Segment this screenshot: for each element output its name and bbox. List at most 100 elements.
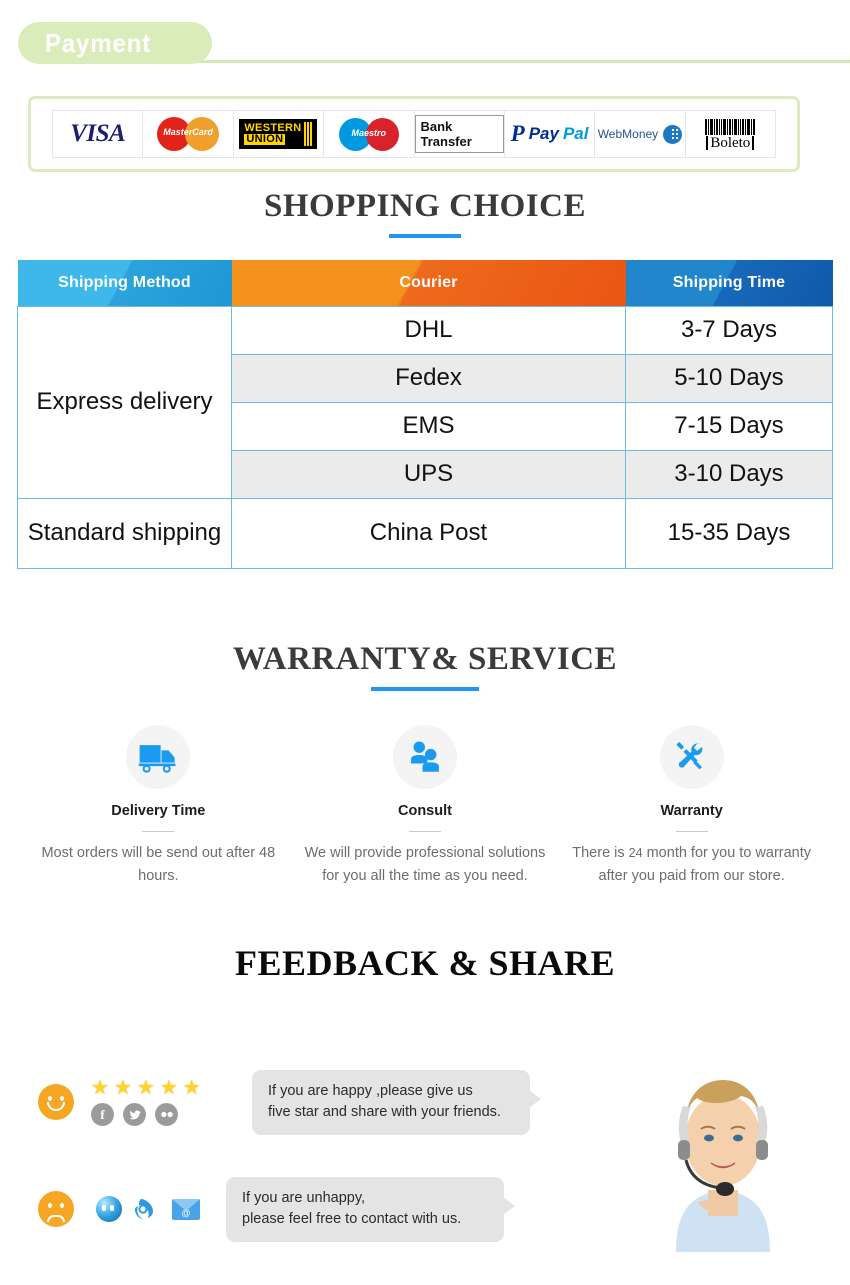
- customer-service-agent-photo: [628, 1031, 818, 1252]
- cell-courier-fedex: Fedex: [231, 353, 626, 403]
- warranty-item-label: Warranty: [660, 802, 723, 819]
- visa-logo-text: VISA: [70, 120, 126, 147]
- twitter-icon[interactable]: [123, 1103, 146, 1126]
- smiley-happy-icon: [38, 1084, 74, 1120]
- maestro-icon: Maestro: [338, 117, 399, 151]
- payment-method-boleto[interactable]: Boleto: [685, 111, 775, 157]
- warranty-title-underline: [371, 686, 479, 691]
- consult-people-icon: [392, 724, 457, 789]
- warranty-section-title: WARRANTY& SERVICE: [232, 640, 618, 677]
- payment-method-western-union[interactable]: WESTERN UNION: [233, 111, 325, 157]
- warranty-item-divider: [408, 830, 441, 832]
- cell-time-ups: 3-10 Days: [625, 449, 833, 499]
- star-icon[interactable]: ★: [137, 1078, 155, 1098]
- payment-method-maestro[interactable]: Maestro: [324, 111, 415, 157]
- shipping-section-header: SHOPPING CHOICE: [0, 188, 850, 238]
- shipping-table-header-row: Shipping Method Courier Shipping Time: [17, 260, 833, 306]
- column-header-shipping-method: Shipping Method: [17, 260, 232, 306]
- cell-time-dhl: 3-7 Days: [625, 305, 833, 355]
- paypal-label-pal: Pal: [562, 124, 589, 143]
- mastercard-icon: MasterCard: [157, 117, 220, 151]
- feedback-happy-row: ★ ★ ★ ★ ★ f If you are happy ,please giv…: [38, 1069, 541, 1135]
- payment-method-mastercard[interactable]: MasterCard: [143, 111, 234, 157]
- skype-phone-icon[interactable]: [134, 1196, 160, 1222]
- warranty-item-consult: Consult We will provide professional sol…: [296, 724, 554, 888]
- mastercard-logo-text: MasterCard: [163, 127, 213, 137]
- paypal-icon: P: [510, 121, 525, 146]
- western-union-icon: WESTERN UNION: [239, 119, 318, 149]
- feedback-unhappy-line2: please feel free to contact with us.: [242, 1210, 462, 1227]
- aliwangwang-icon[interactable]: [96, 1196, 122, 1222]
- bank-transfer-label: Bank Transfer: [414, 115, 504, 153]
- payment-banner-label: Payment: [45, 27, 152, 58]
- feedback-happy-line2: five star and share with your friends.: [268, 1103, 501, 1120]
- shipping-title-underline: [389, 234, 461, 238]
- western-union-line2: UNION: [244, 133, 286, 145]
- cell-courier-china-post: China Post: [231, 497, 626, 569]
- star-rating: ★ ★ ★ ★ ★: [91, 1078, 226, 1098]
- feedback-unhappy-line1: If you are unhappy,: [242, 1189, 366, 1206]
- cell-courier-ups: UPS: [231, 449, 626, 499]
- cell-time-fedex: 5-10 Days: [625, 353, 833, 403]
- payment-banner-pill: Payment: [18, 22, 212, 64]
- feedback-happy-line1: If you are happy ,please give us: [268, 1082, 473, 1099]
- maestro-logo-text: Maestro: [351, 127, 387, 138]
- boleto-label: Boleto: [706, 135, 755, 150]
- feedback-section-header: FEEDBACK & SHARE: [0, 942, 850, 984]
- table-row: Express delivery DHL 3-7 Days: [17, 305, 833, 499]
- payment-methods-panel: VISA MasterCard WESTERN UNION Maestro Ba…: [28, 96, 800, 172]
- feedback-unhappy-row: @ If you are unhappy, please feel free t…: [38, 1176, 515, 1242]
- warranty-item-divider: [142, 830, 175, 832]
- warranty-items: Delivery Time Most orders will be send o…: [25, 724, 825, 888]
- cell-method-standard: Standard shipping: [17, 497, 232, 569]
- flickr-icon[interactable]: [155, 1103, 178, 1126]
- payment-method-bank-transfer[interactable]: Bank Transfer: [414, 111, 505, 157]
- column-header-courier: Courier: [231, 260, 626, 306]
- feedback-unhappy-bubble: If you are unhappy, please feel free to …: [226, 1176, 515, 1242]
- shipping-table: Shipping Method Courier Shipping Time Ex…: [17, 260, 833, 569]
- column-header-shipping-time: Shipping Time: [625, 260, 833, 306]
- social-share-icons: f: [91, 1103, 226, 1126]
- payment-method-paypal[interactable]: P Pay Pal: [504, 111, 596, 157]
- payment-banner: Payment: [0, 0, 850, 82]
- shipping-section-title: SHOPPING CHOICE: [264, 188, 586, 224]
- warranty-item-label: Delivery Time: [111, 802, 206, 819]
- email-icon[interactable]: @: [172, 1198, 200, 1220]
- table-row: Standard shipping China Post 15-35 Days: [17, 497, 833, 569]
- payment-banner-rule: [120, 60, 850, 63]
- star-icon[interactable]: ★: [183, 1078, 201, 1098]
- warranty-section-header: WARRANTY& SERVICE: [0, 641, 850, 691]
- delivery-truck-icon: [126, 724, 191, 789]
- warranty-desc-pre: There is: [572, 844, 629, 861]
- feedback-happy-bubble: If you are happy ,please give us five st…: [252, 1069, 541, 1135]
- star-icon[interactable]: ★: [160, 1078, 178, 1098]
- payment-methods-strip: VISA MasterCard WESTERN UNION Maestro Ba…: [52, 110, 776, 158]
- warranty-item-desc: There is 24 month for you to warranty af…: [563, 842, 821, 888]
- barcode-icon: [705, 118, 756, 135]
- warranty-item-divider: [675, 830, 708, 832]
- cell-time-china-post: 15-35 Days: [625, 497, 833, 569]
- cell-time-ems: 7-15 Days: [625, 401, 833, 451]
- feedback-section-title: FEEDBACK & SHARE: [234, 942, 616, 983]
- payment-method-webmoney[interactable]: WebMoney: [595, 111, 686, 157]
- cell-method-express: Express delivery: [17, 305, 232, 499]
- payment-method-visa[interactable]: VISA: [53, 111, 144, 157]
- warranty-item-label: Consult: [398, 802, 452, 819]
- smiley-sad-icon: [38, 1191, 74, 1227]
- warranty-item-desc: We will provide professional solutions f…: [304, 844, 546, 884]
- warranty-item-delivery-time: Delivery Time Most orders will be send o…: [29, 724, 287, 888]
- webmoney-label: WebMoney: [597, 127, 659, 141]
- warranty-desc-months: 24: [628, 845, 643, 860]
- star-icon[interactable]: ★: [91, 1078, 109, 1098]
- contact-channel-icons: @: [96, 1196, 200, 1222]
- star-icon[interactable]: ★: [114, 1078, 132, 1098]
- facebook-icon[interactable]: f: [91, 1103, 114, 1126]
- feedback-area: ★ ★ ★ ★ ★ f If you are happy ,please giv…: [0, 1014, 850, 1269]
- rating-and-socials: ★ ★ ★ ★ ★ f: [91, 1078, 226, 1126]
- warranty-item-warranty: Warranty There is 24 month for you to wa…: [563, 724, 821, 888]
- paypal-label-pay: Pay: [528, 124, 559, 143]
- cell-courier-ems: EMS: [231, 401, 626, 451]
- cell-courier-dhl: DHL: [231, 305, 626, 355]
- webmoney-icon: [663, 124, 683, 144]
- tools-icon: [659, 724, 724, 789]
